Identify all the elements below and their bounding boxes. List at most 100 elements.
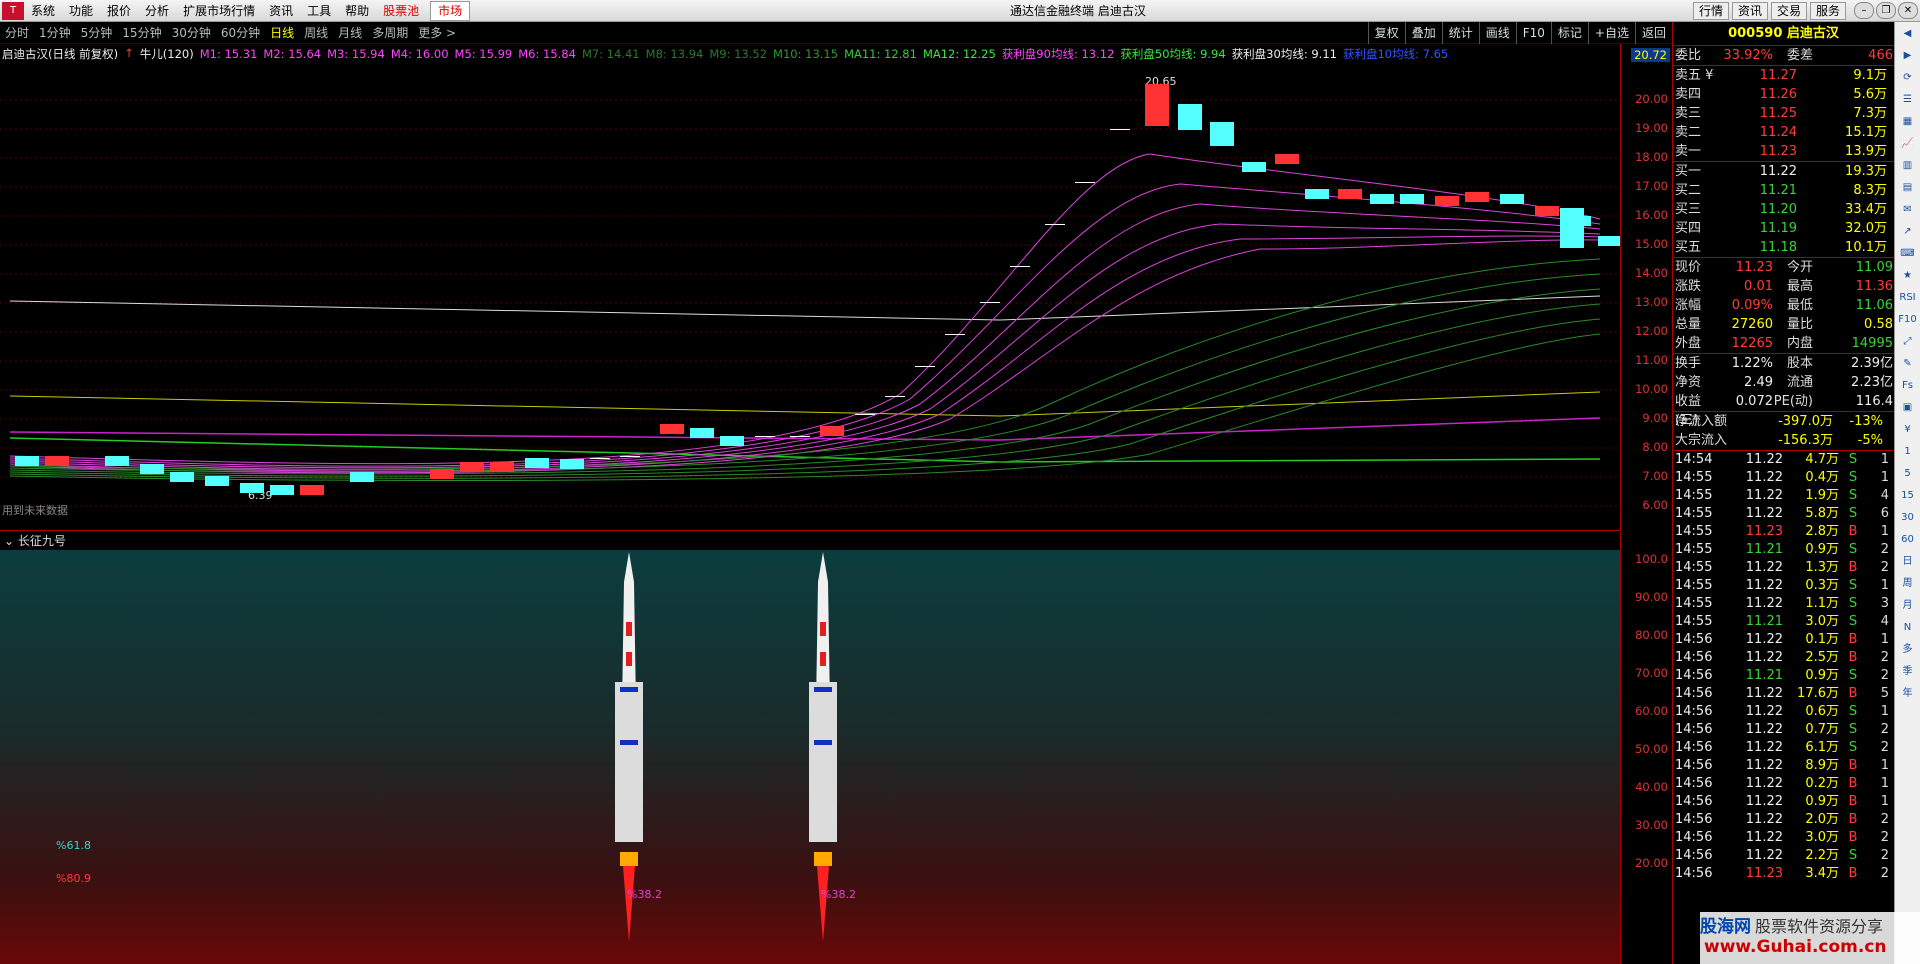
tick-list[interactable]: 14:54 11.22 4.7万 S 1 14:55 11.22 0.4万 S 1 14:55 11.… xyxy=(1673,451,1894,883)
tick-row[interactable]: 14:56 11.22 0.6万 S 1 xyxy=(1673,703,1894,721)
buy-row[interactable]: 买二 11.21 8.3万 xyxy=(1673,181,1894,200)
app-logo-icon[interactable]: T xyxy=(2,1,24,20)
tick-row[interactable]: 14:56 11.22 2.0万 B 2 xyxy=(1673,811,1894,829)
trade-icon[interactable]: ¥ xyxy=(1897,420,1918,440)
back-button[interactable]: 返回 xyxy=(1634,22,1672,44)
period-shortcut[interactable]: 月 xyxy=(1897,596,1918,616)
rsi-icon[interactable]: RSI xyxy=(1897,288,1918,308)
menu-help[interactable]: 帮助 xyxy=(338,0,376,22)
tick-row[interactable]: 14:56 11.22 8.9万 B 1 xyxy=(1673,757,1894,775)
grid-icon[interactable]: ▦ xyxy=(1897,112,1918,132)
refresh-icon[interactable]: ⟳ xyxy=(1897,68,1918,88)
restore-icon[interactable]: ❐ xyxy=(1876,2,1896,19)
tick-row[interactable]: 14:56 11.23 3.4万 B 2 xyxy=(1673,865,1894,883)
period-shortcut[interactable]: 多 xyxy=(1897,640,1918,660)
buy-row[interactable]: 买五 11.18 10.1万 xyxy=(1673,238,1894,257)
tick-row[interactable]: 14:55 11.21 0.9万 S 2 xyxy=(1673,541,1894,559)
menu-analysis[interactable]: 分析 xyxy=(138,0,176,22)
tick-row[interactable]: 14:56 11.22 6.1万 S 2 xyxy=(1673,739,1894,757)
buy-row[interactable]: 买四 11.19 32.0万 xyxy=(1673,219,1894,238)
buy-row[interactable]: 买三 11.20 33.4万 xyxy=(1673,200,1894,219)
menu-quote[interactable]: 报价 xyxy=(100,0,138,22)
tick-row[interactable]: 14:56 11.22 0.1万 B 1 xyxy=(1673,631,1894,649)
period-shortcut[interactable]: 年 xyxy=(1897,684,1918,704)
menu-tools[interactable]: 工具 xyxy=(300,0,338,22)
tick-row[interactable]: 14:56 11.22 0.7万 S 2 xyxy=(1673,721,1894,739)
tick-row[interactable]: 14:56 11.22 3.0万 B 2 xyxy=(1673,829,1894,847)
link-trade[interactable]: 交易 xyxy=(1770,2,1807,20)
period-tab-60min[interactable]: 60分钟 xyxy=(216,24,265,41)
menu-extended-market[interactable]: 扩展市场行情 xyxy=(176,0,262,22)
tick-row[interactable]: 14:55 11.22 1.1万 S 3 xyxy=(1673,595,1894,613)
line-chart-icon[interactable]: 📈 xyxy=(1897,134,1918,154)
list-icon[interactable]: ☰ xyxy=(1897,90,1918,110)
news-icon[interactable]: ✉ xyxy=(1897,200,1918,220)
add-watchlist-button[interactable]: +自选 xyxy=(1587,22,1635,44)
period-tab-intraday[interactable]: 分时 xyxy=(0,24,34,41)
period-shortcut[interactable]: 30 xyxy=(1897,508,1918,528)
sub-indicator-chart[interactable]: %61.8 %80.9 %38.2 %38.2 xyxy=(0,532,1620,964)
table-icon[interactable]: ▤ xyxy=(1897,178,1918,198)
minimize-icon[interactable]: – xyxy=(1854,2,1874,19)
tick-row[interactable]: 14:56 11.22 17.6万 B 5 xyxy=(1673,685,1894,703)
buy-row[interactable]: 买一 11.22 19.3万 xyxy=(1673,162,1894,181)
period-shortcut[interactable]: 60 xyxy=(1897,530,1918,550)
period-tab-more[interactable]: 更多 > xyxy=(413,24,461,41)
period-tab-multi[interactable]: 多周期 xyxy=(367,24,413,41)
tick-row[interactable]: 14:56 11.22 2.5万 B 2 xyxy=(1673,649,1894,667)
period-shortcut[interactable]: 1 xyxy=(1897,442,1918,462)
period-tab-1min[interactable]: 1分钟 xyxy=(34,24,76,41)
tick-row[interactable]: 14:55 11.22 0.4万 S 1 xyxy=(1673,469,1894,487)
period-shortcut[interactable]: 季 xyxy=(1897,662,1918,682)
bar-chart-icon[interactable]: ▥ xyxy=(1897,156,1918,176)
tick-row[interactable]: 14:56 11.22 2.2万 S 2 xyxy=(1673,847,1894,865)
draw-line-button[interactable]: 画线 xyxy=(1478,22,1516,44)
period-shortcut[interactable]: 周 xyxy=(1897,574,1918,594)
period-tab-15min[interactable]: 15分钟 xyxy=(117,24,166,41)
mark-button[interactable]: 标记 xyxy=(1550,22,1588,44)
period-shortcut[interactable]: 5 xyxy=(1897,464,1918,484)
adjust-button[interactable]: 复权 xyxy=(1367,22,1405,44)
link-service[interactable]: 服务 xyxy=(1809,2,1846,20)
f10-icon[interactable]: F10 xyxy=(1897,310,1918,330)
sell-row[interactable]: 卖一 11.23 13.9万 xyxy=(1673,142,1894,161)
back-icon[interactable]: ◀ xyxy=(1897,24,1918,44)
period-tab-daily[interactable]: 日线 xyxy=(265,24,299,41)
tick-row[interactable]: 14:56 11.21 0.9万 S 2 xyxy=(1673,667,1894,685)
period-shortcut[interactable]: 15 xyxy=(1897,486,1918,506)
fs-icon[interactable]: Fs xyxy=(1897,376,1918,396)
menu-news[interactable]: 资讯 xyxy=(262,0,300,22)
sell-row[interactable]: 卖二 11.24 15.1万 xyxy=(1673,123,1894,142)
sell-row[interactable]: 卖四 11.26 5.6万 xyxy=(1673,85,1894,104)
period-shortcut[interactable]: N xyxy=(1897,618,1918,638)
tick-row[interactable]: 14:55 11.22 5.8万 S 6 xyxy=(1673,505,1894,523)
period-shortcut[interactable]: 日 xyxy=(1897,552,1918,572)
period-tab-monthly[interactable]: 月线 xyxy=(333,24,367,41)
stats-button[interactable]: 统计 xyxy=(1441,22,1479,44)
tick-row[interactable]: 14:55 11.23 2.8万 B 1 xyxy=(1673,523,1894,541)
period-tab-5min[interactable]: 5分钟 xyxy=(76,24,118,41)
pen-icon[interactable]: ✎ xyxy=(1897,354,1918,374)
tick-row[interactable]: 14:55 11.22 0.3万 S 1 xyxy=(1673,577,1894,595)
tick-row[interactable]: 14:54 11.22 4.7万 S 1 xyxy=(1673,451,1894,469)
period-tab-weekly[interactable]: 周线 xyxy=(299,24,333,41)
tick-row[interactable]: 14:56 11.22 0.2万 B 1 xyxy=(1673,775,1894,793)
menu-function[interactable]: 功能 xyxy=(62,0,100,22)
menu-stock-pool[interactable]: 股票池 xyxy=(376,0,426,22)
f10-button[interactable]: F10 xyxy=(1515,22,1551,44)
period-tab-30min[interactable]: 30分钟 xyxy=(167,24,216,41)
tick-row[interactable]: 14:55 11.22 1.9万 S 4 xyxy=(1673,487,1894,505)
tick-row[interactable]: 14:55 11.21 3.0万 S 4 xyxy=(1673,613,1894,631)
sub-chart-title[interactable]: ⌄ 长征九号 xyxy=(0,532,1620,550)
menu-system[interactable]: 系统 xyxy=(24,0,62,22)
collapse-icon[interactable]: ⌄ xyxy=(4,534,18,548)
link-news[interactable]: 资讯 xyxy=(1731,2,1768,20)
forward-icon[interactable]: ▶ xyxy=(1897,46,1918,66)
calc-icon[interactable]: ⌨ xyxy=(1897,244,1918,264)
main-kline-chart[interactable]: 启迪古汉(日线 前复权) ↑ 牛儿(120) M1: 15.31 M2: 15.6… xyxy=(0,44,1620,531)
tick-row[interactable]: 14:55 11.22 1.3万 B 2 xyxy=(1673,559,1894,577)
close-icon[interactable]: ✕ xyxy=(1898,2,1918,19)
bookmark-icon[interactable]: ★ xyxy=(1897,266,1918,286)
stock-header[interactable]: 000590 启迪古汉 xyxy=(1673,22,1894,46)
link-quotes[interactable]: 行情 xyxy=(1692,2,1729,20)
